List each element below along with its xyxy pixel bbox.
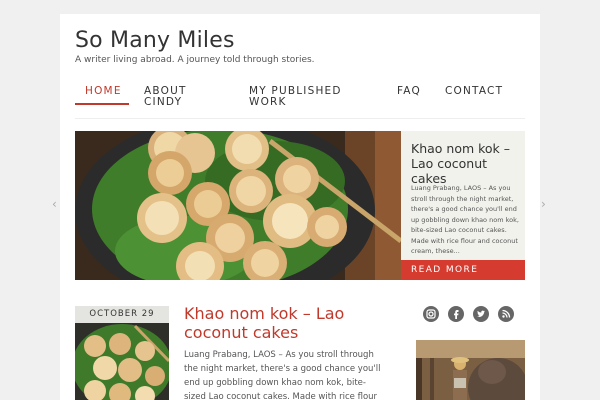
slide-caption-panel: Khao nom kok – Lao coconut cakes Luang P… — [401, 131, 525, 280]
nav-active-indicator — [75, 103, 129, 105]
post-date-badge: OCTOBER 29 — [75, 306, 169, 323]
nav-item-about-cindy[interactable]: ABOUT CINDY — [144, 86, 187, 108]
rss-icon[interactable] — [498, 306, 514, 322]
main-nav: HOME ABOUT CINDY MY PUBLISHED WORK FAQ C… — [75, 86, 525, 118]
nav-item-my-published-work[interactable]: MY PUBLISHED WORK — [249, 86, 342, 108]
chevron-right-icon[interactable]: › — [541, 197, 546, 211]
sidebar-photo[interactable] — [416, 340, 525, 400]
featured-slider: Khao nom kok – Lao coconut cakes Luang P… — [75, 131, 525, 280]
instagram-icon[interactable] — [423, 306, 439, 322]
chevron-left-icon[interactable]: ‹ — [52, 197, 57, 211]
post-thumbnail[interactable]: OCTOBER 29 — [75, 306, 169, 400]
coconut-cakes-photo — [75, 131, 401, 280]
slide-title[interactable]: Khao nom kok – Lao coconut cakes — [411, 141, 521, 186]
site-tagline: A writer living abroad. A journey told t… — [75, 55, 315, 65]
facebook-icon[interactable] — [448, 306, 464, 322]
slide-image[interactable] — [75, 131, 401, 280]
nav-item-home[interactable]: HOME — [85, 86, 122, 97]
nav-item-contact[interactable]: CONTACT — [445, 86, 503, 97]
read-more-button[interactable]: READ MORE — [401, 260, 525, 280]
elephant-photo — [416, 340, 525, 400]
post-title[interactable]: Khao nom kok – Lao coconut cakes — [184, 304, 384, 342]
nav-divider — [75, 118, 525, 119]
twitter-icon[interactable] — [473, 306, 489, 322]
page-container: So Many Miles A writer living abroad. A … — [60, 14, 540, 400]
nav-item-faq[interactable]: FAQ — [397, 86, 421, 97]
site-title[interactable]: So Many Miles — [75, 28, 235, 53]
slide-excerpt: Luang Prabang, LAOS – As you stroll thro… — [411, 184, 519, 255]
post-excerpt: Luang Prabang, LAOS – As you stroll thro… — [184, 350, 381, 400]
